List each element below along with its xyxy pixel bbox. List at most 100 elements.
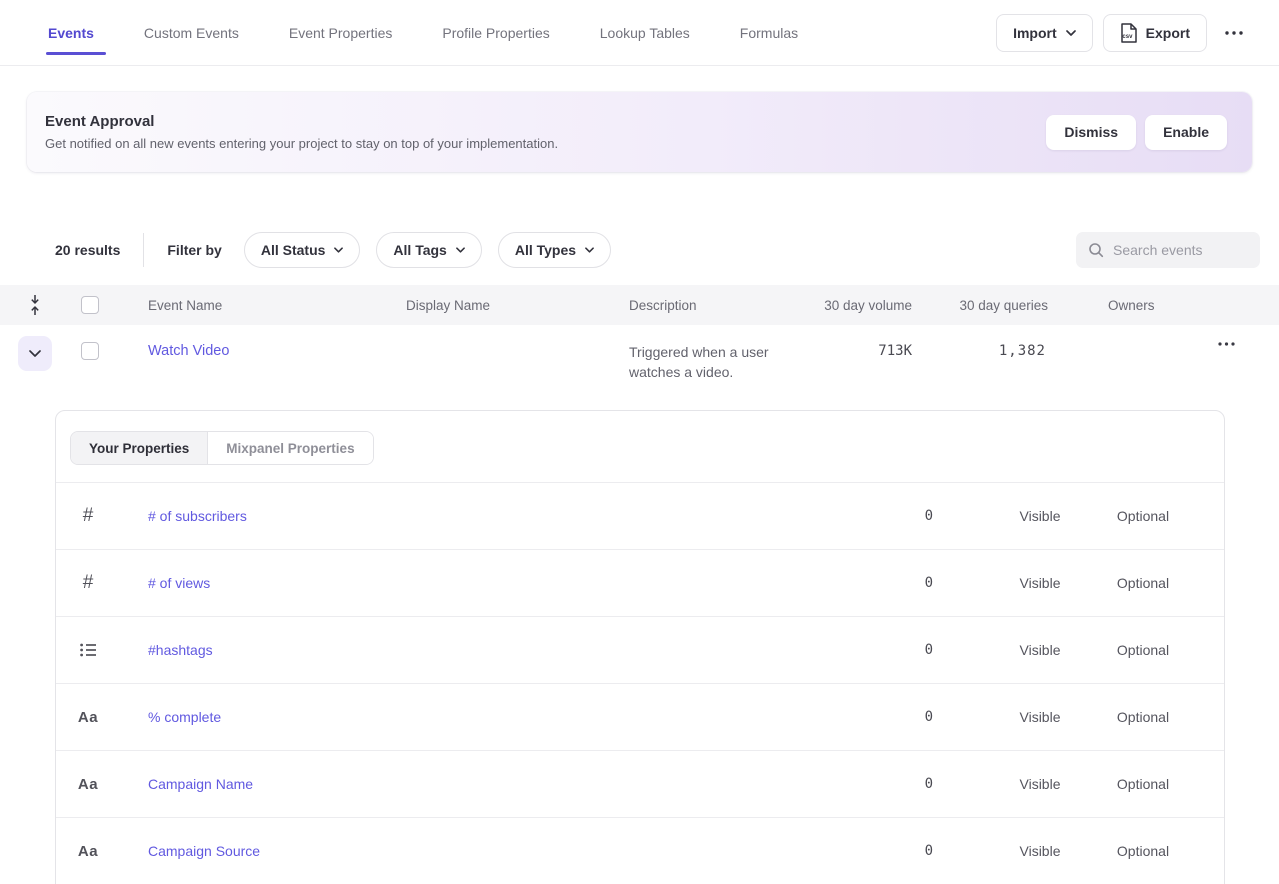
event-description: Triggered when a user watches a video. <box>609 325 780 382</box>
tab-formulas[interactable]: Formulas <box>740 0 798 65</box>
property-name-link[interactable]: # of views <box>120 575 883 591</box>
property-row: #hashtags 0 Visible Optional <box>56 617 1224 684</box>
csv-file-icon: csv <box>1120 23 1137 43</box>
chevron-down-icon <box>1066 30 1076 36</box>
property-visibility: Visible <box>983 642 1097 658</box>
column-header-display-name: Display Name <box>386 298 609 313</box>
list-type-icon <box>80 643 97 657</box>
tags-filter-label: All Tags <box>393 242 446 258</box>
banner-title: Event Approval <box>45 113 558 130</box>
event-approval-banner: Event Approval Get notified on all new e… <box>27 92 1252 172</box>
property-name-link[interactable]: % complete <box>120 709 883 725</box>
properties-tab-group: Your Properties Mixpanel Properties <box>70 431 374 465</box>
property-requirement: Optional <box>1097 776 1189 792</box>
nav-actions: Import csv Export <box>996 14 1251 52</box>
property-visibility: Visible <box>983 709 1097 725</box>
search-icon <box>1088 242 1104 258</box>
text-type-icon: Aa <box>78 843 98 860</box>
ellipsis-icon <box>1225 31 1243 35</box>
status-filter-dropdown[interactable]: All Status <box>244 232 361 268</box>
event-queries: 1,382 <box>920 325 1056 359</box>
results-count: 20 results <box>55 242 120 258</box>
chevron-down-icon <box>334 247 343 253</box>
property-value: 0 <box>883 776 983 792</box>
tab-custom-events[interactable]: Custom Events <box>144 0 239 65</box>
tab-your-properties[interactable]: Your Properties <box>71 432 208 464</box>
property-row: Aa Campaign Source 0 Visible Optional <box>56 818 1224 884</box>
filter-toolbar: 20 results Filter by All Status All Tags… <box>55 232 1260 268</box>
dismiss-button[interactable]: Dismiss <box>1046 115 1136 150</box>
property-name-link[interactable]: Campaign Name <box>120 776 883 792</box>
types-filter-dropdown[interactable]: All Types <box>498 232 611 268</box>
toolbar-divider <box>143 233 144 267</box>
property-value: 0 <box>883 575 983 591</box>
event-name-link[interactable]: Watch Video <box>128 325 386 359</box>
property-visibility: Visible <box>983 575 1097 591</box>
status-filter-label: All Status <box>261 242 326 258</box>
search-events-box <box>1076 232 1260 268</box>
tab-event-properties[interactable]: Event Properties <box>289 0 393 65</box>
banner-subtitle: Get notified on all new events entering … <box>45 136 558 151</box>
property-value: 0 <box>883 642 983 658</box>
property-requirement: Optional <box>1097 575 1189 591</box>
text-type-icon: Aa <box>78 709 98 726</box>
column-header-queries: 30 day queries <box>920 298 1056 313</box>
property-row: # # of subscribers 0 Visible Optional <box>56 483 1224 550</box>
tags-filter-dropdown[interactable]: All Tags <box>376 232 481 268</box>
import-button[interactable]: Import <box>996 14 1093 52</box>
ellipsis-icon <box>1218 342 1235 346</box>
property-requirement: Optional <box>1097 843 1189 859</box>
enable-button[interactable]: Enable <box>1145 115 1227 150</box>
collapse-all-button[interactable] <box>0 294 70 316</box>
lexicon-tabs: Events Custom Events Event Properties Pr… <box>48 0 798 65</box>
import-button-label: Import <box>1013 25 1057 41</box>
export-button-label: Export <box>1146 25 1190 41</box>
banner-actions: Dismiss Enable <box>1046 115 1227 150</box>
chevron-down-icon <box>585 247 594 253</box>
event-volume: 713K <box>780 325 920 359</box>
filter-by-label: Filter by <box>167 242 221 258</box>
event-properties-panel: Your Properties Mixpanel Properties # # … <box>55 410 1225 884</box>
row-more-options-button[interactable] <box>1216 340 1237 348</box>
column-header-owners: Owners <box>1056 298 1196 313</box>
row-checkbox[interactable] <box>81 342 99 360</box>
event-row-watch-video: Watch Video Triggered when a user watche… <box>0 325 1279 413</box>
tab-events[interactable]: Events <box>48 0 94 65</box>
property-row: Aa % complete 0 Visible Optional <box>56 684 1224 751</box>
property-name-link[interactable]: Campaign Source <box>120 843 883 859</box>
property-name-link[interactable]: #hashtags <box>120 642 883 658</box>
column-header-description: Description <box>609 298 780 313</box>
chevron-down-icon <box>456 247 465 253</box>
tab-lookup-tables[interactable]: Lookup Tables <box>600 0 690 65</box>
select-all-checkbox[interactable] <box>81 296 99 314</box>
column-header-volume: 30 day volume <box>780 298 920 313</box>
number-type-icon: # <box>83 505 94 527</box>
tab-profile-properties[interactable]: Profile Properties <box>442 0 549 65</box>
chevron-down-icon <box>29 350 41 357</box>
column-header-event-name: Event Name <box>128 298 386 313</box>
top-navigation: Events Custom Events Event Properties Pr… <box>0 0 1279 66</box>
property-row: Aa Campaign Name 0 Visible Optional <box>56 751 1224 818</box>
property-visibility: Visible <box>983 843 1097 859</box>
property-visibility: Visible <box>983 508 1097 524</box>
tab-mixpanel-properties[interactable]: Mixpanel Properties <box>208 432 372 464</box>
events-table-header: Event Name Display Name Description 30 d… <box>0 285 1279 325</box>
number-type-icon: # <box>83 572 94 594</box>
types-filter-label: All Types <box>515 242 576 258</box>
property-value: 0 <box>883 508 983 524</box>
properties-list: # # of subscribers 0 Visible Optional # … <box>56 482 1224 884</box>
property-requirement: Optional <box>1097 709 1189 725</box>
property-requirement: Optional <box>1097 642 1189 658</box>
svg-text:csv: csv <box>1122 34 1133 40</box>
property-value: 0 <box>883 843 983 859</box>
text-type-icon: Aa <box>78 776 98 793</box>
property-name-link[interactable]: # of subscribers <box>120 508 883 524</box>
export-button[interactable]: csv Export <box>1103 14 1207 52</box>
search-events-input[interactable] <box>1113 242 1248 258</box>
property-row: # # of views 0 Visible Optional <box>56 550 1224 617</box>
property-visibility: Visible <box>983 776 1097 792</box>
collapse-row-button[interactable] <box>18 336 52 371</box>
banner-text: Event Approval Get notified on all new e… <box>45 113 558 151</box>
property-requirement: Optional <box>1097 508 1189 524</box>
more-options-button[interactable] <box>1217 25 1251 41</box>
